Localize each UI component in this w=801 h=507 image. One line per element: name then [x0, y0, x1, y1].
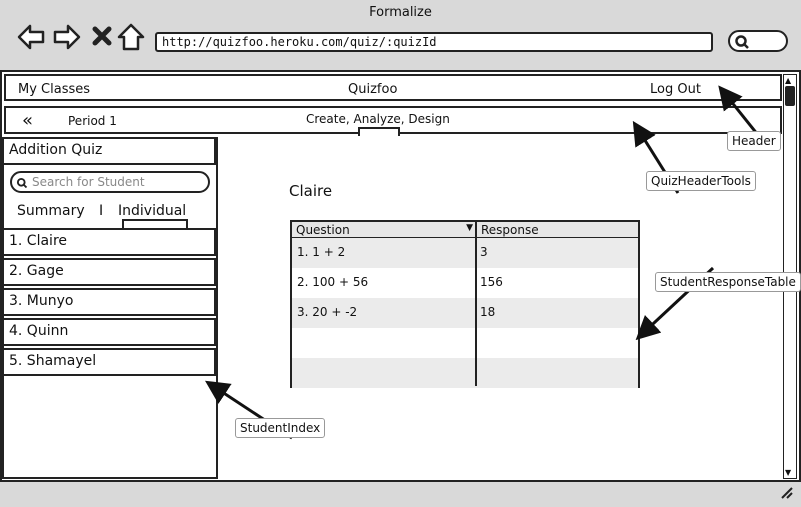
annotation-quiz-header-tools: QuizHeaderTools	[646, 171, 756, 191]
annotation-student-index: StudentIndex	[235, 418, 326, 438]
annotation-arrows	[204, 85, 772, 440]
status-bar	[0, 480, 801, 507]
resize-grip-icon[interactable]	[780, 486, 794, 500]
annotation-header: Header	[727, 131, 781, 151]
annotation-student-response-table: StudentResponseTable	[655, 272, 801, 292]
